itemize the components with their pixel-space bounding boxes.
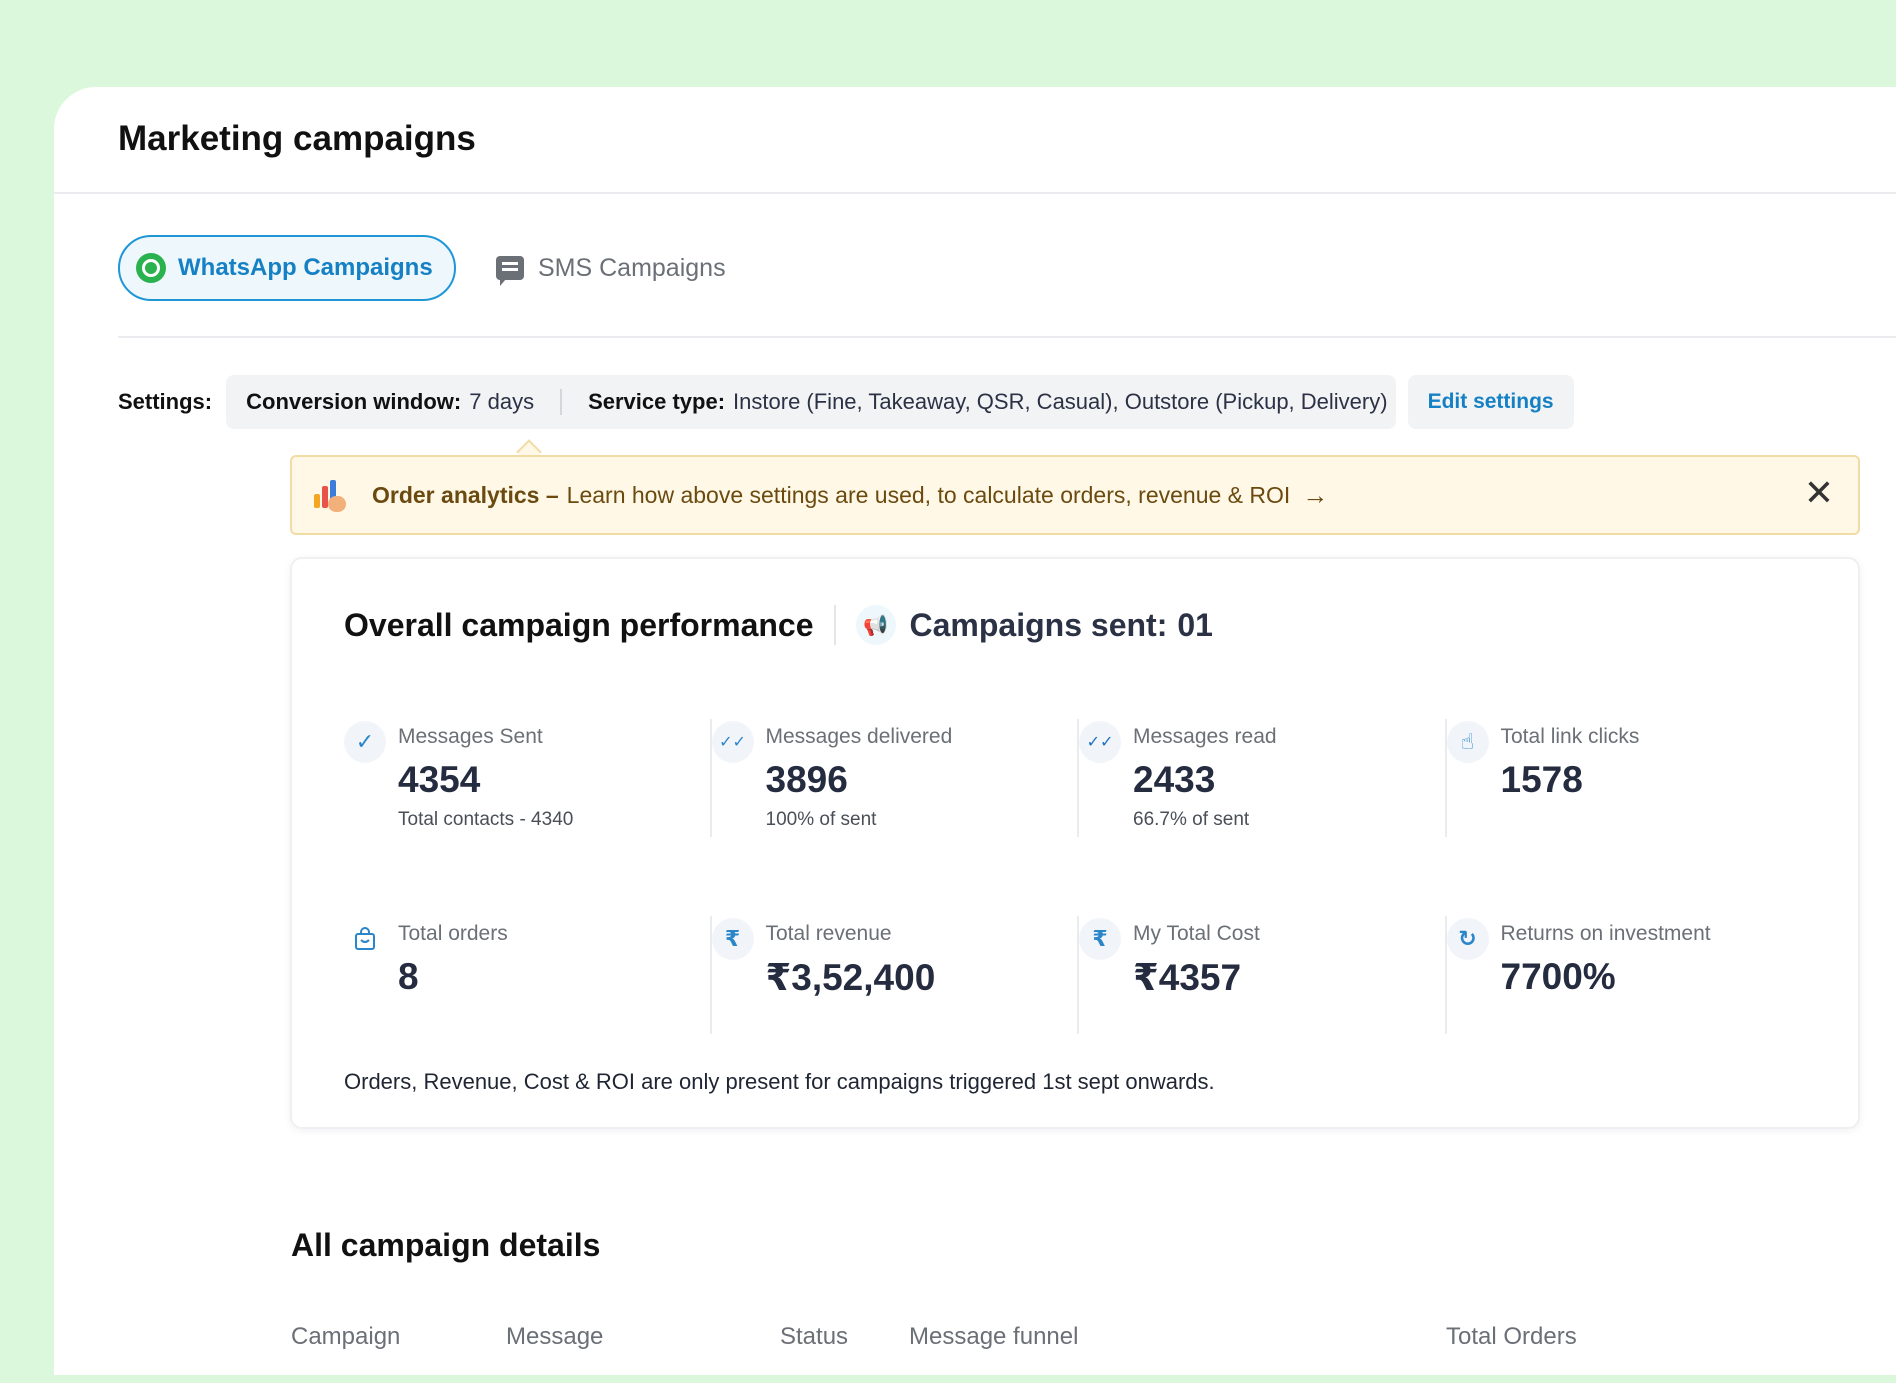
header-separator: [833, 605, 836, 645]
close-icon[interactable]: ✕: [1804, 475, 1834, 511]
metric-total-orders: Total orders 8: [344, 916, 712, 1034]
service-type-label: Service type:: [588, 389, 726, 414]
main-panel: Marketing campaigns WhatsApp Campaigns S…: [54, 87, 1896, 1375]
metric-value: 8: [398, 956, 419, 997]
settings-row: Settings: Conversion window: 7 days Serv…: [118, 375, 1574, 429]
order-analytics-banner[interactable]: Order analytics – Learn how above settin…: [290, 455, 1860, 535]
conversion-window-value: 7 days: [469, 389, 535, 414]
column-header-message-funnel[interactable]: Message funnel: [909, 1323, 1078, 1351]
metric-roi: ↻ Returns on investment 7700%: [1446, 916, 1815, 1034]
analytics-chart-icon: [312, 478, 346, 512]
banner-text: Learn how above settings are used, to ca…: [566, 481, 1291, 508]
performance-header: Overall campaign performance 📢 Campaigns…: [344, 605, 1213, 645]
metric-total-link-clicks: ☝ Total link clicks 1578: [1446, 719, 1815, 837]
arrow-right-icon[interactable]: →: [1302, 480, 1328, 511]
header-divider: [54, 192, 1896, 194]
performance-title: Overall campaign performance: [344, 606, 814, 643]
metric-label: Total link clicks: [1500, 725, 1640, 748]
settings-divider: [560, 389, 563, 415]
metric-label: Messages read: [1133, 725, 1277, 748]
metrics-row-revenue: Total orders 8 ₹ Total revenue ₹3,52,400…: [344, 916, 1814, 1034]
tabs-divider: [118, 336, 1896, 338]
metric-total-cost: ₹ My Total Cost ₹4357: [1079, 916, 1447, 1034]
metric-label: Total orders: [398, 922, 508, 945]
page-title: Marketing campaigns: [118, 119, 476, 158]
metric-value: 2433: [1133, 759, 1216, 800]
double-check-read-icon: ✓✓: [1079, 721, 1121, 763]
settings-summary: Conversion window: 7 days Service type: …: [226, 375, 1396, 429]
metric-subtext: 66.7% of sent: [1133, 809, 1250, 830]
campaign-details-title: All campaign details: [291, 1227, 601, 1263]
metric-subtext: Total contacts - 4340: [398, 809, 574, 830]
column-header-message[interactable]: Message: [506, 1323, 603, 1351]
metric-messages-delivered: ✓✓ Messages delivered 3896 100% of sent: [711, 719, 1079, 837]
tab-whatsapp-campaigns[interactable]: WhatsApp Campaigns: [118, 235, 456, 301]
metric-label: Returns on investment: [1500, 922, 1711, 945]
metric-value: 7700%: [1500, 956, 1616, 997]
metric-messages-read: ✓✓ Messages read 2433 66.7% of sent: [1079, 719, 1447, 837]
performance-footnote: Orders, Revenue, Cost & ROI are only pre…: [344, 1069, 1215, 1094]
column-header-total-orders[interactable]: Total Orders: [1446, 1323, 1577, 1351]
pointer-click-icon: ☝: [1446, 721, 1489, 763]
metric-label: Total revenue: [765, 922, 892, 945]
chat-bubble-icon: [496, 256, 524, 286]
campaigns-sent-value: 01: [1177, 606, 1213, 643]
megaphone-icon: 📢: [855, 605, 896, 645]
tab-sms-campaigns[interactable]: SMS Campaigns: [496, 253, 726, 286]
metric-messages-sent: ✓ Messages Sent 4354 Total contacts - 43…: [344, 719, 712, 837]
roi-icon: ↻: [1446, 918, 1489, 960]
metric-subtext: 100% of sent: [765, 809, 877, 830]
metric-value: 3896: [765, 759, 848, 800]
metric-value: 4354: [398, 759, 481, 800]
metric-value: ₹3,52,400: [765, 957, 936, 998]
edit-settings-button[interactable]: Edit settings: [1407, 375, 1574, 429]
metric-total-revenue: ₹ Total revenue ₹3,52,400: [711, 916, 1079, 1034]
metrics-row-messages: ✓ Messages Sent 4354 Total contacts - 43…: [344, 719, 1814, 837]
tab-sms-label: SMS Campaigns: [538, 253, 726, 282]
metric-label: Messages delivered: [765, 725, 953, 748]
service-type-value: Instore (Fine, Takeaway, QSR, Casual), O…: [733, 389, 1388, 414]
whatsapp-icon: [136, 253, 166, 283]
tab-whatsapp-label: WhatsApp Campaigns: [178, 254, 433, 281]
campaign-tabs: WhatsApp Campaigns SMS Campaigns: [118, 235, 726, 301]
column-header-campaign[interactable]: Campaign: [291, 1323, 400, 1351]
check-icon: ✓: [344, 721, 386, 763]
banner-title: Order analytics –: [372, 481, 559, 508]
metric-value: ₹4357: [1133, 957, 1242, 998]
metric-label: My Total Cost: [1133, 922, 1260, 945]
double-check-icon: ✓✓: [711, 721, 754, 763]
rupee-icon: ₹: [711, 918, 754, 960]
rupee-icon: ₹: [1079, 918, 1121, 960]
conversion-window-label: Conversion window:: [246, 389, 462, 414]
campaign-table-header: Campaign Message Status Message funnel T…: [291, 1323, 1881, 1353]
campaigns-sent-label: Campaigns sent:: [909, 606, 1168, 643]
settings-label: Settings:: [118, 389, 213, 414]
shopping-bag-icon: [344, 918, 386, 960]
column-header-status[interactable]: Status: [780, 1323, 848, 1351]
metric-label: Messages Sent: [398, 725, 543, 748]
metric-value: 1578: [1500, 759, 1583, 800]
campaign-performance-card: Overall campaign performance 📢 Campaigns…: [290, 557, 1860, 1129]
